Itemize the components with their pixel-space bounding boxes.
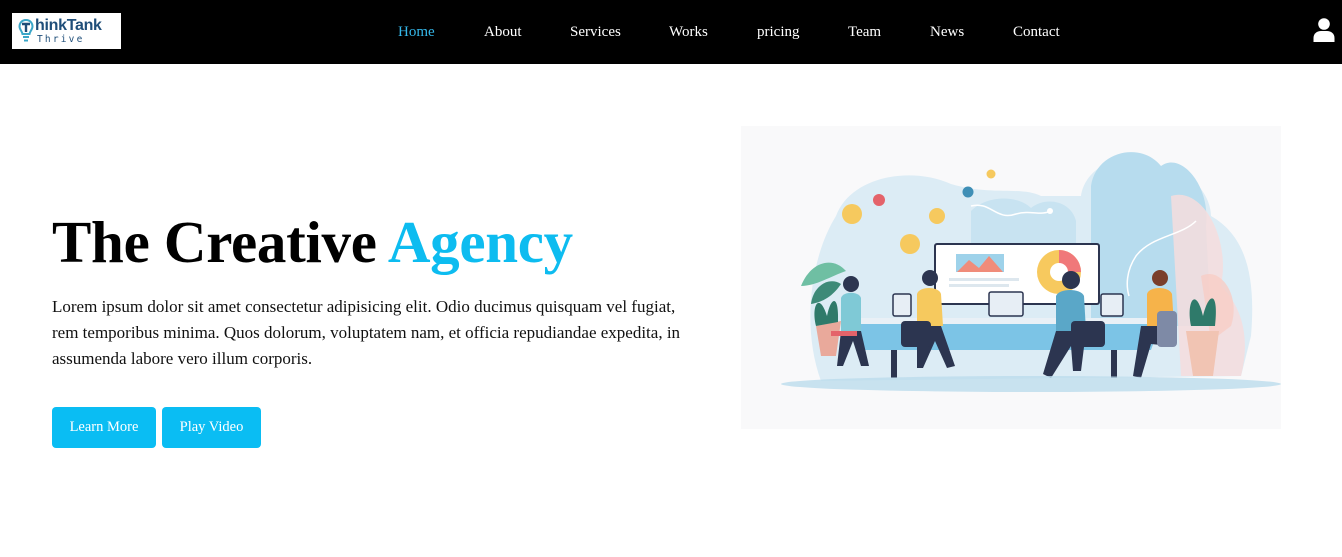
user-icon[interactable] — [1313, 18, 1335, 42]
hero-illustration — [741, 126, 1281, 429]
hero-title-accent: Agency — [387, 209, 573, 275]
hero-title-main: The Creative — [52, 209, 377, 275]
brand-logo[interactable]: hinkTank Thrive — [12, 13, 121, 49]
nav-services[interactable]: Services — [570, 24, 621, 41]
nav-home[interactable]: Home — [398, 24, 435, 41]
nav-team[interactable]: Team — [848, 24, 881, 41]
nav-contact[interactable]: Contact — [1013, 24, 1060, 41]
hero-description: Lorem ipsum dolor sit amet consectetur a… — [52, 297, 681, 368]
hero-title: The Creative Agency — [52, 208, 573, 276]
nav-news[interactable]: News — [930, 24, 964, 41]
play-video-button[interactable]: Play Video — [162, 407, 261, 448]
nav-about[interactable]: About — [484, 24, 522, 41]
nav-pricing[interactable]: pricing — [757, 24, 800, 41]
navbar: hinkTank Thrive Home About Services Work… — [0, 0, 1342, 64]
learn-more-button[interactable]: Learn More — [52, 407, 156, 448]
lightbulb-icon — [18, 18, 34, 42]
brand-name: hinkTank — [35, 16, 102, 34]
brand-tagline: Thrive — [37, 33, 85, 45]
nav-works[interactable]: Works — [669, 24, 708, 41]
